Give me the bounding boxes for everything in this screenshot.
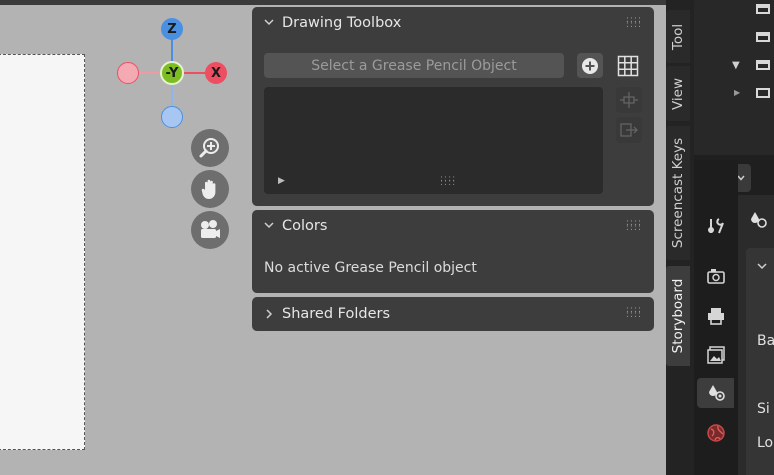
camera-icon bbox=[201, 220, 220, 238]
world-properties-tab[interactable] bbox=[701, 419, 731, 447]
x-neg-axis-button[interactable] bbox=[117, 62, 139, 84]
property-label-partial: Ba bbox=[757, 333, 774, 349]
drawing-toolbox-panel: Drawing Toolbox :::::::: Select a Grease… bbox=[252, 7, 654, 206]
storyboard-canvas-frame bbox=[0, 54, 85, 450]
colors-panel: Colors :::::::: No active Grease Pencil … bbox=[252, 210, 654, 293]
scene-icon bbox=[751, 212, 767, 228]
tab-storyboard[interactable]: Storyboard bbox=[666, 266, 690, 366]
colors-title: Colors bbox=[282, 218, 328, 234]
chevron-down-icon bbox=[264, 222, 274, 229]
scene-icon bbox=[756, 88, 770, 98]
tab-view[interactable]: View bbox=[666, 66, 690, 121]
hand-pan-icon bbox=[201, 179, 216, 199]
y-neg-axis-button[interactable]: -Y bbox=[160, 61, 184, 85]
x-axis-button[interactable]: X bbox=[205, 62, 227, 84]
y-axis-label: -Y bbox=[165, 65, 179, 81]
tab-tool-label: Tool bbox=[670, 23, 686, 50]
z-axis-label: Z bbox=[167, 21, 177, 37]
tab-screencast-keys[interactable]: Screencast Keys bbox=[666, 126, 690, 260]
zoom-icon bbox=[199, 138, 219, 158]
collection-icon bbox=[756, 4, 770, 14]
x-axis-line bbox=[183, 72, 207, 74]
shared-folders-panel: Shared Folders :::::::: bbox=[252, 297, 654, 331]
collapse-triangle-icon[interactable]: ▶ bbox=[734, 88, 740, 97]
outliner-panel[interactable]: ▼ ▶ bbox=[694, 0, 774, 155]
tab-screencast-keys-label: Screencast Keys bbox=[670, 137, 686, 249]
tab-view-label: View bbox=[670, 77, 686, 110]
x-neg-axis-line bbox=[137, 72, 161, 74]
chevron-down-icon[interactable] bbox=[756, 260, 768, 272]
scene-icon bbox=[708, 385, 725, 401]
colors-header[interactable]: Colors :::::::: bbox=[252, 210, 654, 240]
drawing-toolbox-header[interactable]: Drawing Toolbox :::::::: bbox=[252, 7, 654, 37]
tab-storyboard-label: Storyboard bbox=[670, 278, 686, 354]
zoom-button[interactable] bbox=[191, 129, 229, 167]
navigation-gizmo[interactable]: Z X -Y bbox=[115, 17, 230, 129]
printer-icon bbox=[708, 308, 724, 325]
x-axis-label: X bbox=[210, 65, 222, 81]
collection-icon bbox=[756, 60, 770, 70]
grid-button[interactable] bbox=[615, 53, 641, 78]
z-axis-button[interactable]: Z bbox=[161, 18, 183, 40]
camera-view-button[interactable] bbox=[191, 211, 229, 249]
tab-tool[interactable]: Tool bbox=[666, 10, 690, 63]
camera-back-icon bbox=[707, 269, 725, 284]
drag-grip-icon[interactable]: :::::::: bbox=[626, 306, 642, 320]
move-layer-up-button[interactable] bbox=[616, 87, 642, 113]
tool-properties-tab[interactable] bbox=[701, 212, 731, 240]
drag-grip-icon[interactable]: :::::::: bbox=[626, 16, 642, 30]
pan-button[interactable] bbox=[191, 170, 229, 208]
property-label-partial: Si bbox=[757, 401, 770, 417]
output-properties-tab[interactable] bbox=[701, 302, 731, 330]
plus-circle-icon bbox=[582, 57, 598, 74]
wrench-screwdriver-icon bbox=[708, 218, 724, 234]
grid-icon bbox=[617, 55, 639, 76]
chevron-right-icon bbox=[266, 309, 273, 319]
select-object-label: Select a Grease Pencil Object bbox=[311, 57, 517, 74]
layer-move-icon bbox=[620, 92, 638, 108]
scene-properties-tab[interactable] bbox=[697, 378, 734, 408]
chevron-down-icon bbox=[264, 19, 274, 26]
layer-list[interactable]: ▶ :::::::: bbox=[264, 87, 603, 194]
expand-play-icon[interactable]: ▶ bbox=[278, 176, 285, 186]
view-layer-properties-tab[interactable] bbox=[701, 341, 731, 369]
collection-icon bbox=[756, 32, 770, 42]
render-properties-tab[interactable] bbox=[701, 262, 731, 290]
move-layer-down-button[interactable] bbox=[616, 117, 642, 143]
viewport-header-strip bbox=[0, 0, 666, 5]
list-resize-grip-icon[interactable]: :::::::: bbox=[440, 175, 456, 188]
globe-icon bbox=[707, 424, 725, 442]
grease-pencil-object-selector[interactable]: Select a Grease Pencil Object bbox=[264, 53, 564, 78]
add-button[interactable] bbox=[577, 53, 603, 78]
drawing-toolbox-title: Drawing Toolbox bbox=[282, 15, 402, 31]
drag-grip-icon[interactable]: :::::::: bbox=[626, 219, 642, 233]
no-active-object-message: No active Grease Pencil object bbox=[264, 260, 477, 276]
z-neg-axis-button[interactable] bbox=[161, 106, 183, 128]
image-icon bbox=[707, 346, 725, 364]
expand-triangle-icon[interactable]: ▼ bbox=[732, 60, 740, 71]
shared-folders-header[interactable]: Shared Folders :::::::: bbox=[252, 297, 654, 331]
property-label-partial: Lo bbox=[757, 435, 774, 451]
scene-header-icon bbox=[748, 210, 768, 234]
shared-folders-title: Shared Folders bbox=[282, 306, 391, 322]
layer-export-icon bbox=[620, 123, 638, 137]
